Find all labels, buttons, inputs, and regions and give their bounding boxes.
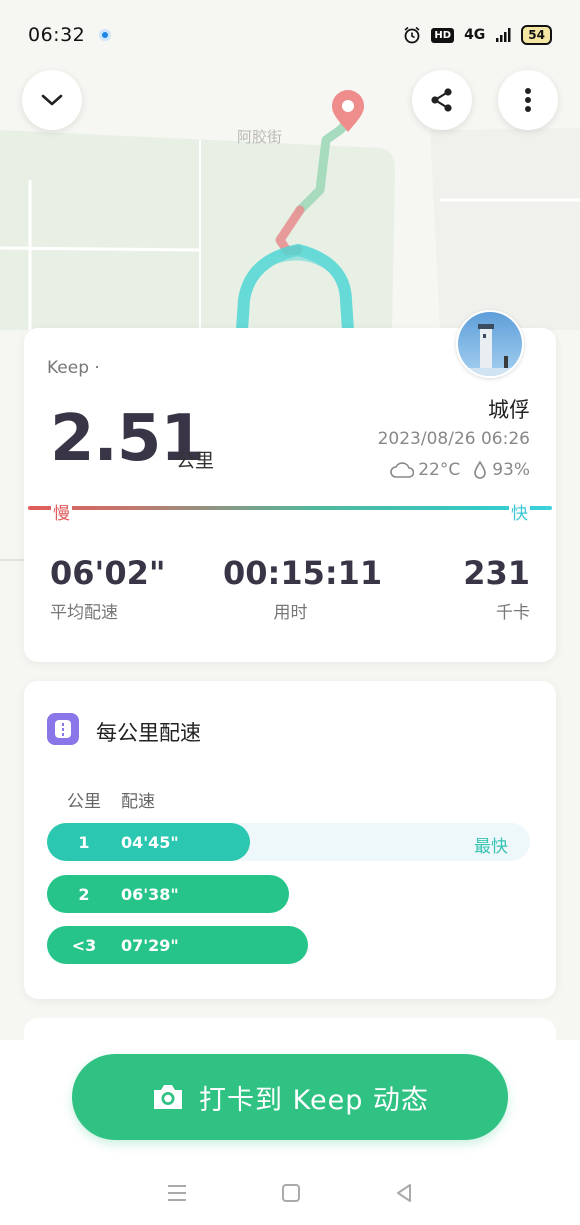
status-time: 06:32 — [28, 24, 86, 46]
menu-icon[interactable] — [165, 1182, 189, 1204]
checkin-label: 打卡到 Keep 动态 — [199, 1084, 429, 1116]
cloud-icon — [390, 462, 415, 478]
pace-bar-fill: 2 06'38" — [47, 875, 289, 913]
weather-info: 22°C 93% — [390, 460, 530, 480]
checkin-button[interactable]: 打卡到 Keep 动态 — [72, 1054, 508, 1140]
summary-card: Keep · 2.51 公里 城俘 2023/08/26 06:26 22°C — [24, 310, 556, 662]
share-icon — [431, 88, 452, 112]
stat-duration: 00:15:11 用时 — [223, 554, 383, 623]
username: 城俘 — [488, 398, 530, 422]
stat-label: 千卡 — [496, 603, 530, 623]
temperature: 22°C — [418, 460, 461, 480]
pace-row: <3 07'29" — [47, 926, 530, 964]
stat-label: 平均配速 — [50, 603, 118, 623]
pace-per-km-card: 每公里配速 公里 配速 1 04'45" 最快 2 06'38" <3 07'29" — [24, 681, 556, 999]
avatar[interactable] — [456, 310, 524, 378]
stat-label: 用时 — [273, 603, 308, 623]
pace-row: 2 06'38" — [47, 875, 530, 913]
pace-row: 1 04'45" 最快 — [47, 823, 530, 861]
pace-section-title: 每公里配速 — [96, 721, 201, 745]
battery-indicator: 54 — [521, 25, 552, 45]
chevron-down-icon — [41, 94, 63, 106]
avatar-image — [458, 312, 522, 376]
pace-gradient-bar — [28, 506, 552, 510]
next-card-edge — [24, 1018, 556, 1058]
distance-unit: 公里 — [176, 450, 215, 472]
more-button[interactable] — [498, 70, 558, 130]
pace-bar-fill: <3 07'29" — [47, 926, 308, 964]
more-vertical-icon — [525, 88, 531, 112]
pace-bar-fill: 1 04'45" — [47, 823, 250, 861]
camera-icon — [154, 1085, 183, 1109]
pace-row-km: 1 — [78, 832, 90, 852]
share-button[interactable] — [412, 70, 472, 130]
location-indicator-icon — [99, 29, 112, 41]
fast-label: 快 — [509, 499, 530, 524]
stat-value: 231 — [463, 554, 530, 592]
activity-datetime: 2023/08/26 06:26 — [377, 429, 530, 449]
drop-icon — [474, 461, 487, 479]
pace-row-value: 04'45" — [121, 832, 179, 852]
column-header-pace: 配速 — [121, 792, 155, 812]
column-header-km: 公里 — [67, 792, 101, 812]
back-icon[interactable] — [393, 1182, 415, 1204]
route-pin-icon — [332, 90, 364, 132]
humidity: 93% — [492, 460, 530, 480]
system-nav-bar — [0, 1160, 580, 1225]
alarm-icon — [404, 26, 420, 44]
stat-avg-pace: 06'02" 平均配速 — [50, 554, 166, 623]
home-icon[interactable] — [280, 1182, 302, 1204]
pace-row-km: <3 — [71, 935, 97, 955]
fastest-tag: 最快 — [474, 837, 508, 857]
stat-value: 00:15:11 — [223, 554, 383, 592]
road-icon — [47, 713, 79, 745]
signal-icon — [496, 28, 511, 42]
hd-badge: HD — [431, 27, 455, 43]
pace-row-value: 06'38" — [121, 884, 179, 904]
slow-label: 慢 — [51, 499, 72, 524]
network-label: 4G — [464, 27, 486, 43]
status-icons: HD 4G 54 — [403, 25, 552, 45]
status-bar: 06:32 HD 4G 54 — [0, 0, 580, 70]
pace-row-km: 2 — [78, 884, 90, 904]
collapse-button[interactable] — [22, 70, 82, 130]
stat-calories: 231 千卡 — [463, 554, 530, 623]
stat-value: 06'02" — [50, 554, 166, 592]
pace-row-value: 07'29" — [121, 935, 179, 955]
street-label: 阿胶街 — [237, 128, 283, 146]
brand-label: Keep · — [47, 358, 100, 378]
